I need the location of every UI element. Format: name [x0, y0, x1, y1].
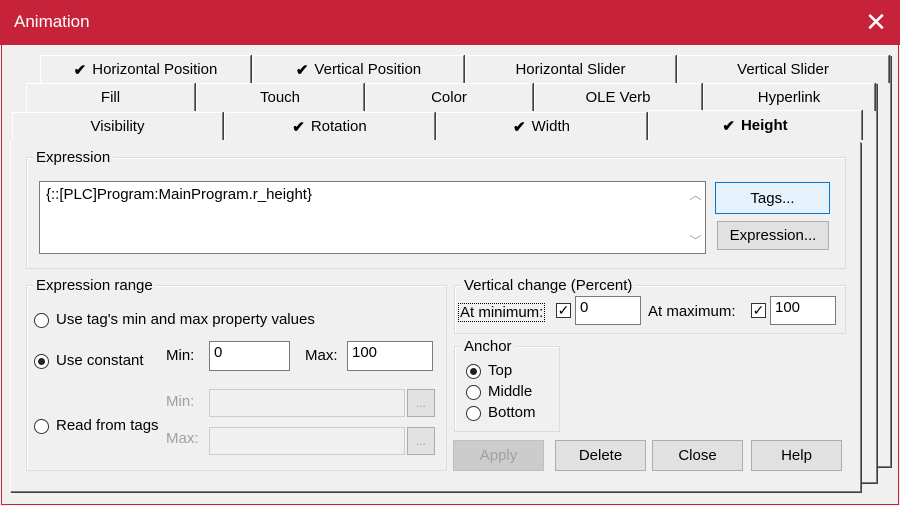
- const-min-label: Min:: [166, 347, 195, 364]
- check-icon: ✔: [513, 118, 526, 136]
- tab-label: Horizontal Position: [92, 61, 218, 78]
- anchor-group-label: Anchor: [461, 338, 515, 355]
- tab-width[interactable]: ✔ Width: [436, 112, 647, 140]
- const-max-input[interactable]: 100: [347, 341, 433, 371]
- anchor-top-label: Top: [488, 362, 513, 379]
- tab-label: Color: [431, 89, 467, 106]
- expression-button[interactable]: Expression...: [717, 221, 829, 250]
- radio-anchor-middle[interactable]: [466, 385, 481, 400]
- tags-button[interactable]: Tags...: [715, 182, 830, 214]
- tab-visibility[interactable]: Visibility: [12, 112, 223, 140]
- expression-range-label: Expression range: [33, 277, 156, 294]
- anchor-middle-label: Middle: [488, 383, 533, 400]
- tab-label: Touch: [259, 89, 301, 106]
- expression-text: {::[PLC]Program:MainProgram.r_height}: [46, 186, 312, 203]
- tab-label: Rotation: [310, 118, 367, 135]
- at-minimum-input[interactable]: 0: [575, 296, 641, 325]
- anchor-bottom-label: Bottom: [488, 404, 536, 421]
- read-from-tags-label: Read from tags: [56, 417, 159, 434]
- radio-anchor-bottom[interactable]: [466, 406, 481, 421]
- tab-color[interactable]: Color: [365, 83, 533, 111]
- close-button[interactable]: Close: [652, 440, 743, 471]
- at-maximum-checkbox[interactable]: ✓: [751, 303, 766, 318]
- help-button[interactable]: Help: [751, 440, 842, 471]
- check-icon: ✔: [292, 118, 305, 136]
- expression-input[interactable]: {::[PLC]Program:MainProgram.r_height} ︿ …: [39, 181, 706, 254]
- at-minimum-label: At minimum:: [458, 303, 546, 322]
- tab-label: Width: [531, 118, 570, 135]
- tab-label: Fill: [100, 89, 121, 106]
- delete-button[interactable]: Delete: [555, 440, 646, 471]
- check-icon: ✔: [722, 117, 735, 135]
- tab-horizontal-position[interactable]: ✔ Horizontal Position: [40, 55, 251, 83]
- tab-label: Vertical Position: [314, 61, 422, 78]
- tab-hyperlink[interactable]: Hyperlink: [703, 83, 875, 111]
- tab-height[interactable]: ✔ Height: [648, 110, 862, 140]
- tag-max-label: Max:: [166, 430, 199, 447]
- vertical-change-label: Vertical change (Percent): [461, 277, 636, 294]
- tag-max-input[interactable]: [209, 427, 405, 455]
- window-title: Animation: [14, 12, 90, 31]
- tag-min-label: Min:: [166, 393, 195, 410]
- at-maximum-label: At maximum:: [648, 303, 736, 320]
- check-icon: ✔: [295, 61, 309, 79]
- expression-group-label: Expression: [33, 149, 114, 166]
- close-window-icon[interactable]: ✕: [852, 0, 900, 45]
- radio-read-from-tags[interactable]: [34, 419, 49, 434]
- tab-label: Vertical Slider: [737, 61, 829, 78]
- tab-label: Height: [740, 117, 788, 134]
- tab-horizontal-slider[interactable]: Horizontal Slider: [465, 55, 676, 83]
- at-maximum-input[interactable]: 100: [770, 296, 836, 325]
- tab-label: OLE Verb: [585, 89, 651, 106]
- use-constant-label: Use constant: [56, 352, 144, 369]
- tab-rotation[interactable]: ✔ Rotation: [224, 112, 435, 140]
- title-bar: Animation ✕: [0, 0, 900, 45]
- apply-button[interactable]: Apply: [453, 440, 544, 471]
- radio-anchor-top[interactable]: [466, 364, 481, 379]
- const-max-label: Max:: [305, 347, 338, 364]
- tag-min-browse-button[interactable]: ...: [407, 389, 435, 417]
- check-icon: ✔: [73, 61, 87, 79]
- tab-ole-verb[interactable]: OLE Verb: [534, 83, 702, 111]
- tab-touch[interactable]: Touch: [196, 83, 364, 111]
- tab-vertical-position[interactable]: ✔ Vertical Position: [253, 55, 464, 83]
- const-min-input[interactable]: 0: [209, 341, 290, 371]
- tab-label: Horizontal Slider: [515, 61, 626, 78]
- scroll-down-icon[interactable]: ﹀: [687, 232, 704, 249]
- tag-max-browse-button[interactable]: ...: [407, 427, 435, 455]
- at-minimum-checkbox[interactable]: ✓: [556, 303, 571, 318]
- tab-fill[interactable]: Fill: [26, 83, 195, 111]
- radio-use-tag-minmax[interactable]: [34, 313, 49, 328]
- tab-panel-height: Expression {::[PLC]Program:MainProgram.r…: [10, 142, 861, 492]
- scroll-up-icon[interactable]: ︿: [687, 186, 704, 203]
- tab-vertical-slider[interactable]: Vertical Slider: [677, 55, 889, 83]
- use-tag-minmax-label: Use tag's min and max property values: [56, 311, 315, 328]
- tag-min-input[interactable]: [209, 389, 405, 417]
- tab-label: Hyperlink: [757, 89, 821, 106]
- radio-use-constant[interactable]: [34, 354, 49, 369]
- tab-label: Visibility: [90, 118, 145, 135]
